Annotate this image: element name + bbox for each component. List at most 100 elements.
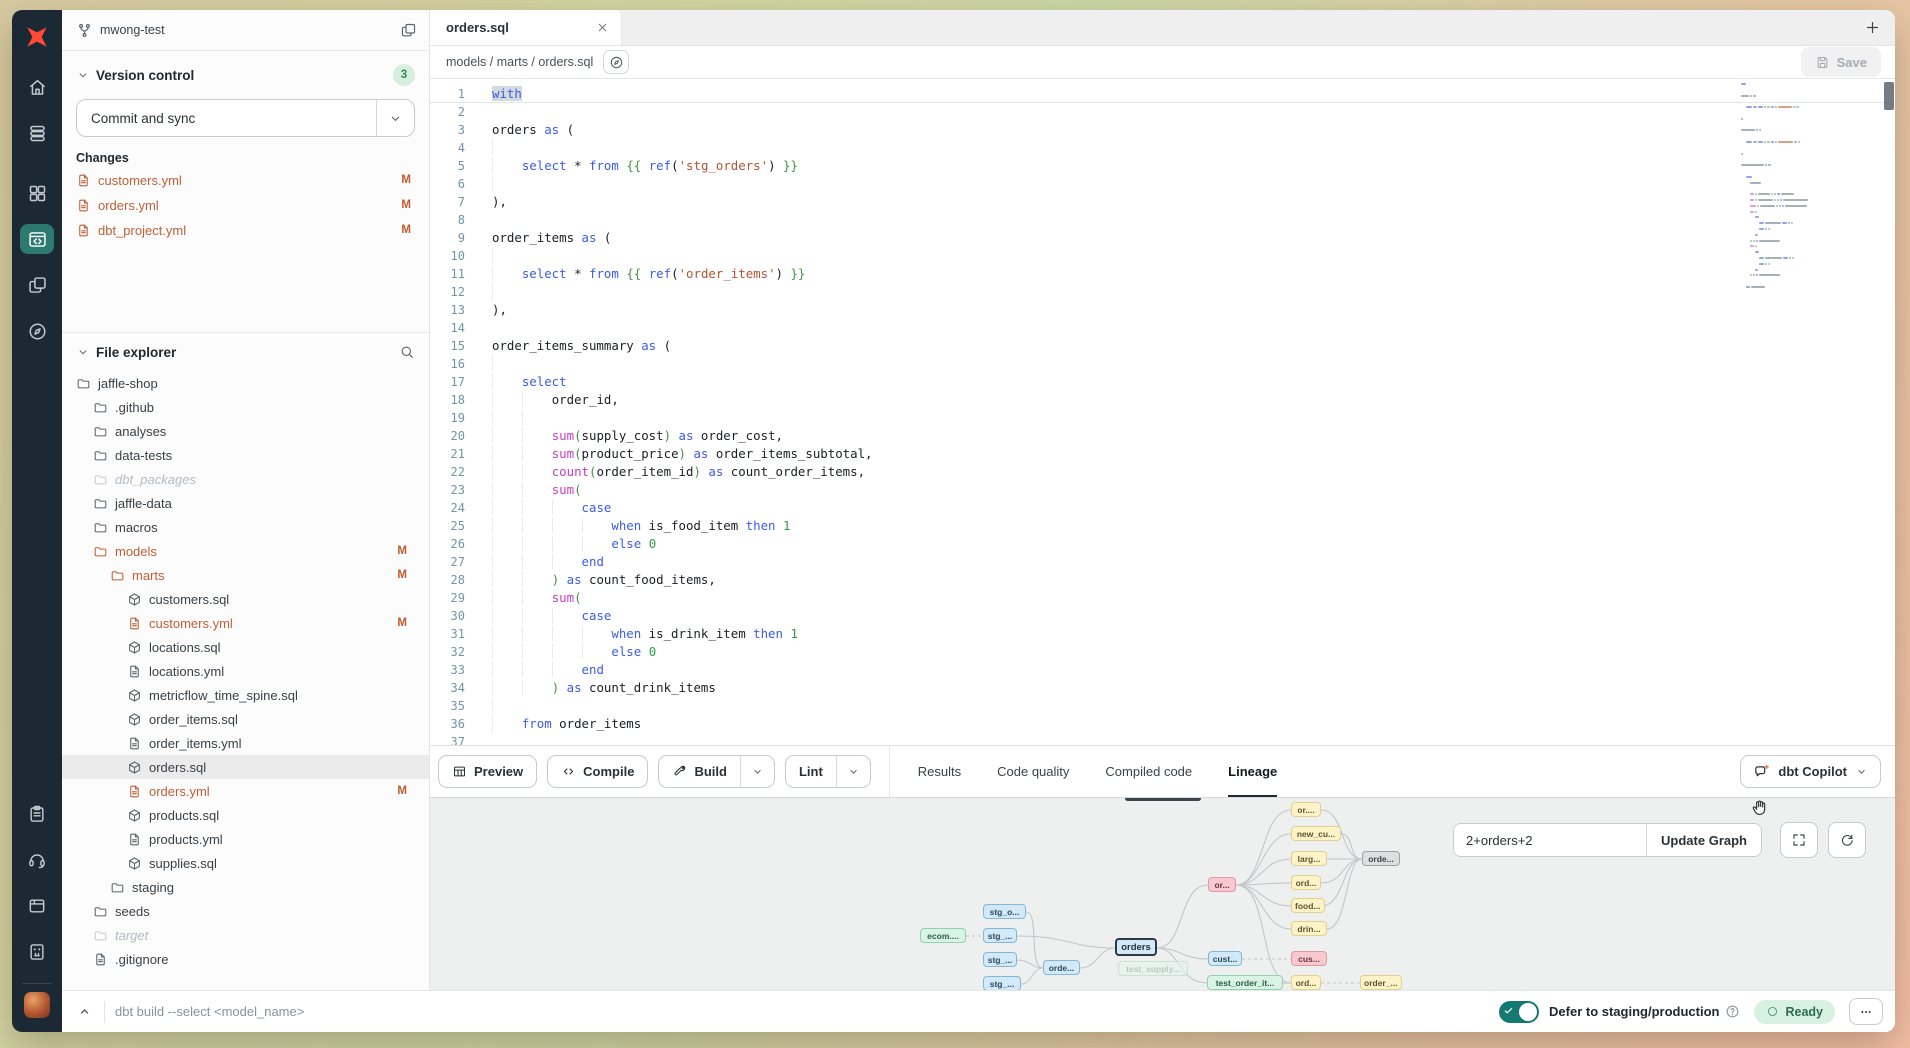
search-icon[interactable]: [399, 344, 415, 360]
lineage-node-ecom-[interactable]: ecom....: [920, 928, 966, 943]
copy-icon[interactable]: [400, 22, 417, 39]
tree-item-marts[interactable]: martsM: [62, 563, 429, 587]
tree-item-locations-sql[interactable]: locations.sql: [62, 635, 429, 659]
help-icon[interactable]: [1725, 1004, 1740, 1019]
explore-lineage-button[interactable]: [603, 50, 629, 74]
tab-orders-sql[interactable]: orders.sql: [430, 10, 622, 45]
save-button[interactable]: Save: [1801, 47, 1881, 77]
tree-item-data-tests[interactable]: data-tests: [62, 443, 429, 467]
tree-item-orders-yml[interactable]: orders.ymlM: [62, 779, 429, 803]
user-avatar[interactable]: [24, 992, 50, 1018]
tree-item-label: jaffle-data: [115, 496, 172, 511]
tab-lineage[interactable]: Lineage: [1228, 746, 1277, 798]
home-icon[interactable]: [12, 64, 62, 110]
lineage-node-stg-[interactable]: stg_...: [983, 952, 1017, 967]
changelog-icon[interactable]: [12, 929, 62, 975]
tab-code-quality[interactable]: Code quality: [997, 746, 1069, 798]
refresh-graph-button[interactable]: [1828, 822, 1866, 858]
lineage-node-orders[interactable]: orders: [1115, 938, 1157, 956]
dbt-command-input[interactable]: [115, 1004, 1499, 1019]
compile-button[interactable]: Compile: [547, 755, 648, 788]
tree-item-models[interactable]: modelsM: [62, 539, 429, 563]
new-tab-button[interactable]: [1864, 19, 1881, 36]
tree-item-staging[interactable]: staging: [62, 875, 429, 899]
support-icon[interactable]: [12, 837, 62, 883]
changed-file-row[interactable]: dbt_project.ymlM: [76, 220, 415, 240]
changed-file-row[interactable]: orders.ymlM: [76, 195, 415, 215]
fullscreen-button[interactable]: [1780, 822, 1818, 858]
commit-and-sync-button[interactable]: Commit and sync: [76, 99, 415, 137]
dbt-logo[interactable]: [12, 10, 62, 64]
lineage-node-orde-[interactable]: orde...: [1043, 960, 1080, 975]
tree-item-target[interactable]: target: [62, 923, 429, 947]
chevron-down-icon[interactable]: [76, 68, 90, 82]
minimap[interactable]: [1741, 83, 1881, 297]
editor-tabstrip: orders.sql: [430, 10, 1895, 46]
code-editor[interactable]: 1with23orders as (4 5 select * from {{ r…: [430, 79, 1895, 745]
tree-item-customers-sql[interactable]: customers.sql: [62, 587, 429, 611]
close-tab-icon[interactable]: [596, 21, 609, 34]
build-button[interactable]: Build: [658, 755, 775, 788]
update-graph-button[interactable]: Update Graph: [1646, 824, 1761, 856]
lineage-node-drin-[interactable]: drin...: [1291, 921, 1327, 936]
expand-command-panel-icon[interactable]: [70, 1004, 98, 1019]
tree-item-customers-yml[interactable]: customers.ymlM: [62, 611, 429, 635]
lineage-node-stg-[interactable]: stg_...: [983, 976, 1021, 990]
tree-item-seeds[interactable]: seeds: [62, 899, 429, 923]
lineage-node-test-order-it-[interactable]: test_order_it...: [1207, 975, 1283, 990]
tree-item-order-items-yml[interactable]: order_items.yml: [62, 731, 429, 755]
lineage-node-order-[interactable]: order_...: [1360, 975, 1402, 990]
tree-item-jaffle-data[interactable]: jaffle-data: [62, 491, 429, 515]
tree-item-supplies-sql[interactable]: supplies.sql: [62, 851, 429, 875]
docs-icon[interactable]: [12, 883, 62, 929]
dashboard-icon[interactable]: [12, 170, 62, 216]
dbt-copilot-button[interactable]: dbt Copilot: [1740, 755, 1881, 788]
tree-item--github[interactable]: .github: [62, 395, 429, 419]
lineage-node-ord-[interactable]: ord...: [1291, 875, 1321, 890]
more-options-button[interactable]: [1849, 998, 1883, 1025]
lineage-node-stg-[interactable]: stg_...: [983, 928, 1017, 943]
lineage-node-stg-o-[interactable]: stg_o...: [983, 904, 1026, 919]
lineage-node-orde-[interactable]: orde...: [1362, 851, 1400, 866]
tree-item-products-sql[interactable]: products.sql: [62, 803, 429, 827]
lint-button[interactable]: Lint: [785, 755, 871, 788]
notes-icon[interactable]: [12, 791, 62, 837]
explore-icon[interactable]: [12, 308, 62, 354]
tree-item-metricflow-time-spine-sql[interactable]: metricflow_time_spine.sql: [62, 683, 429, 707]
lineage-node-or-[interactable]: or....: [1291, 802, 1321, 817]
lineage-node-or-[interactable]: or...: [1208, 877, 1236, 892]
tree-item-orders-sql[interactable]: orders.sql: [62, 755, 429, 779]
develop-ide-icon[interactable]: [12, 216, 62, 262]
deploy-jobs-icon[interactable]: [12, 110, 62, 156]
tree-item-macros[interactable]: macros: [62, 515, 429, 539]
tree-item-jaffle-shop[interactable]: jaffle-shop: [62, 371, 429, 395]
lineage-node-ord-[interactable]: ord...: [1291, 975, 1321, 990]
changed-file-row[interactable]: customers.ymlM: [76, 170, 415, 190]
lineage-node-cust-[interactable]: cust...: [1208, 951, 1242, 966]
lineage-node-new-cu-[interactable]: new_cu...: [1291, 826, 1341, 841]
line-number: 7: [430, 193, 476, 211]
compare-icon[interactable]: [12, 262, 62, 308]
tree-item-order-items-sql[interactable]: order_items.sql: [62, 707, 429, 731]
commit-options-chevron[interactable]: [376, 100, 414, 136]
tree-item-analyses[interactable]: analyses: [62, 419, 429, 443]
chevron-down-icon[interactable]: [76, 345, 90, 359]
tab-results[interactable]: Results: [918, 746, 961, 798]
lineage-canvas[interactable]: ecom....stg_o...stg_...stg_...stg_...ord…: [430, 797, 1895, 990]
tree-item-label: .gitignore: [115, 952, 168, 967]
build-options-chevron[interactable]: [740, 756, 774, 787]
tab-compiled-code[interactable]: Compiled code: [1105, 746, 1192, 798]
lineage-node-larg-[interactable]: larg...: [1291, 851, 1327, 866]
tree-item-dbt-packages[interactable]: dbt_packages: [62, 467, 429, 491]
defer-toggle[interactable]: [1499, 1001, 1539, 1023]
editor-scrollbar[interactable]: [1884, 82, 1894, 110]
tree-item-locations-yml[interactable]: locations.yml: [62, 659, 429, 683]
tree-item-products-yml[interactable]: products.yml: [62, 827, 429, 851]
lineage-node-food-[interactable]: food...: [1291, 898, 1325, 913]
preview-button[interactable]: Preview: [438, 755, 537, 788]
lint-options-chevron[interactable]: [836, 756, 870, 787]
minimap-line: [1741, 193, 1881, 195]
lineage-node-cus-[interactable]: cus...: [1291, 951, 1327, 966]
lineage-selector-input[interactable]: [1454, 824, 1646, 856]
tree-item--gitignore[interactable]: .gitignore: [62, 947, 429, 971]
